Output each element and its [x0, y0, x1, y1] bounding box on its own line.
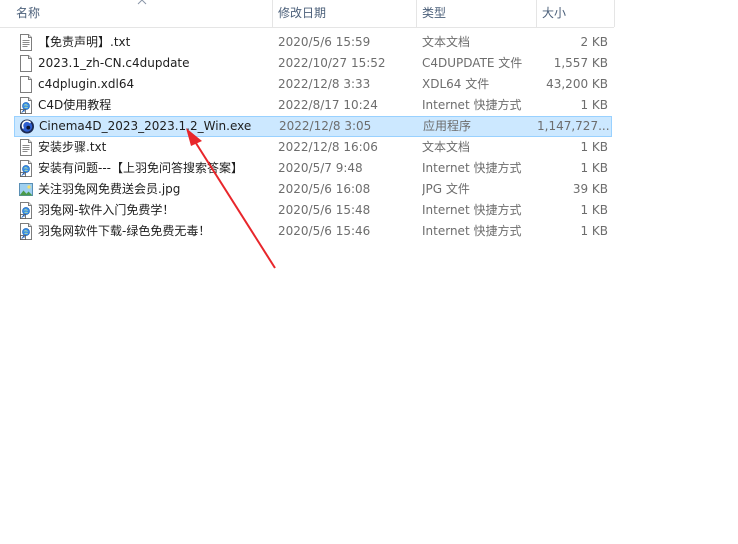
file-row[interactable]: 2023.1_zh-CN.c4dupdate 2022/10/27 15:52 C4…	[0, 53, 614, 74]
file-type: Internet 快捷方式	[422, 224, 522, 238]
file-name: C4D使用教程	[38, 98, 112, 112]
file-type: Internet 快捷方式	[422, 98, 522, 112]
column-header-type[interactable]: 类型	[416, 0, 536, 27]
file-size: 1 KB	[580, 203, 608, 217]
internet-shortcut-icon	[18, 223, 34, 240]
file-icon-cell	[18, 53, 34, 74]
file-name: 【免责声明】.txt	[38, 35, 131, 49]
file-type: 文本文档	[422, 35, 471, 49]
file-type: C4DUPDATE 文件	[422, 56, 523, 70]
file-modified-date: 2022/8/17 10:24	[278, 98, 378, 112]
file-name: 羽兔网-软件入门免费学！	[38, 203, 175, 217]
file-modified-date: 2020/5/6 15:46	[278, 224, 371, 238]
file-icon-cell	[18, 74, 34, 95]
file-name: 安装有问题---【上羽免问答搜索答案】	[38, 161, 243, 175]
column-header-end-divider	[614, 0, 615, 27]
file-size: 43,200 KB	[546, 77, 608, 91]
file-size: 2 KB	[580, 35, 608, 49]
file-icon-cell	[18, 179, 34, 200]
file-name: 2023.1_zh-CN.c4dupdate	[38, 56, 190, 70]
file-size: 1 KB	[580, 224, 608, 238]
file-row[interactable]: 羽兔网软件下载-绿色免费无毒！ 2020/5/6 15:46 Internet 快捷…	[0, 221, 614, 242]
file-modified-date: 2020/5/6 15:48	[278, 203, 371, 217]
file-modified-date: 2022/12/8 3:05	[279, 119, 372, 133]
file-modified-date: 2020/5/6 16:08	[278, 182, 371, 196]
file-type: XDL64 文件	[422, 77, 490, 91]
file-icon-cell	[18, 95, 34, 116]
text-file-icon	[18, 139, 34, 156]
file-type: Internet 快捷方式	[422, 203, 522, 217]
file-size: 1,557 KB	[553, 56, 608, 70]
file-name: c4dplugin.xdl64	[38, 77, 135, 91]
image-file-icon	[18, 181, 34, 198]
file-modified-date: 2020/5/6 15:59	[278, 35, 371, 49]
file-explorer-details-view: 名称 修改日期 类型 大小 【免责声明】.txt 2020/5/6 15:59 文本…	[0, 0, 738, 544]
file-name: Cinema4D_2023_2023.1.2_Win.exe	[39, 119, 252, 133]
file-modified-date: 2022/12/8 3:33	[278, 77, 371, 91]
file-list: 【免责声明】.txt 2020/5/6 15:59 文本文档 2 KB 2023.1_z…	[0, 32, 614, 242]
file-name: 羽兔网软件下载-绿色免费无毒！	[38, 224, 211, 238]
file-icon-cell	[18, 221, 34, 242]
file-size: 1 KB	[580, 98, 608, 112]
file-row[interactable]: 羽兔网-软件入门免费学！ 2020/5/6 15:48 Internet 快捷方式 1…	[0, 200, 614, 221]
blank-file-icon	[18, 55, 34, 72]
file-row[interactable]: 安装有问题---【上羽免问答搜索答案】 2020/5/7 9:48 Internet…	[0, 158, 614, 179]
file-type: 应用程序	[423, 119, 472, 133]
column-header-date[interactable]: 修改日期	[272, 0, 416, 27]
file-icon-cell	[18, 137, 34, 158]
column-header-size[interactable]: 大小	[536, 0, 614, 27]
internet-shortcut-icon	[18, 160, 34, 177]
file-type: JPG 文件	[422, 182, 470, 196]
internet-shortcut-icon	[18, 97, 34, 114]
file-size: 1 KB	[580, 140, 608, 154]
file-modified-date: 2020/5/7 9:48	[278, 161, 363, 175]
file-row[interactable]: 安装步骤.txt 2022/12/8 16:06 文本文档 1 KB	[0, 137, 614, 158]
file-row[interactable]: c4dplugin.xdl64 2022/12/8 3:33 XDL64 文件 43,…	[0, 74, 614, 95]
text-file-icon	[18, 34, 34, 51]
column-header-bar: 名称 修改日期 类型 大小	[0, 0, 615, 28]
file-size: 1,147,727...	[537, 119, 609, 133]
file-row[interactable]: C4D使用教程 2022/8/17 10:24 Internet 快捷方式 1 KB	[0, 95, 614, 116]
file-icon-cell	[18, 200, 34, 221]
file-row[interactable]: 关注羽兔网免费送会员.jpg 2020/5/6 16:08 JPG 文件 39 KB	[0, 179, 614, 200]
file-icon-cell	[18, 32, 34, 53]
column-header-name[interactable]: 名称	[10, 0, 272, 27]
file-name: 安装步骤.txt	[38, 140, 107, 154]
internet-shortcut-icon	[18, 202, 34, 219]
blank-file-icon	[18, 76, 34, 93]
file-modified-date: 2022/10/27 15:52	[278, 56, 386, 70]
file-size: 1 KB	[580, 161, 608, 175]
file-type: 文本文档	[422, 140, 471, 154]
cinema4d-app-icon	[19, 118, 35, 135]
file-size: 39 KB	[572, 182, 608, 196]
file-icon-cell	[18, 158, 34, 179]
file-modified-date: 2022/12/8 16:06	[278, 140, 378, 154]
file-icon-cell	[19, 116, 35, 137]
file-type: Internet 快捷方式	[422, 161, 522, 175]
file-row-selected[interactable]: Cinema4D_2023_2023.1.2_Win.exe 2022/12/8 …	[14, 116, 612, 137]
file-row[interactable]: 【免责声明】.txt 2020/5/6 15:59 文本文档 2 KB	[0, 32, 614, 53]
file-name: 关注羽兔网免费送会员.jpg	[38, 182, 181, 196]
